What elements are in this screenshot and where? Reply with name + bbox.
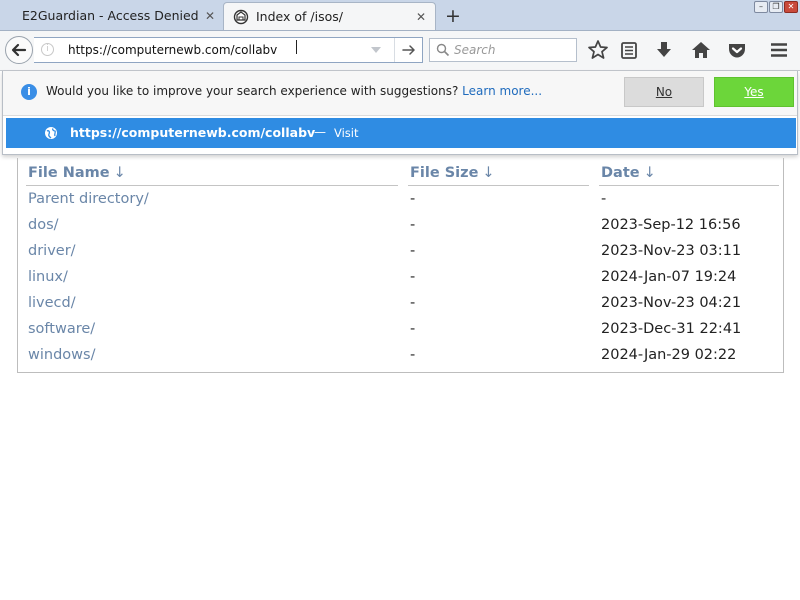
close-window-icon[interactable]: ✕ bbox=[784, 1, 798, 13]
sort-arrow-icon: ↓ bbox=[113, 165, 126, 181]
table-row: livecd/ - 2023-Nov-23 04:21 bbox=[26, 290, 779, 316]
minimize-window-icon[interactable]: – bbox=[754, 1, 768, 13]
table-row: driver/ - 2023-Nov-23 03:11 bbox=[26, 238, 779, 264]
file-date: 2023-Nov-23 03:11 bbox=[601, 243, 742, 259]
go-button[interactable] bbox=[394, 38, 423, 62]
file-size: - bbox=[410, 191, 416, 207]
file-link-software[interactable]: software/ bbox=[26, 316, 398, 342]
file-size: - bbox=[410, 321, 416, 337]
search-suggestion-notification: i Would you like to improve your search … bbox=[3, 71, 797, 116]
no-button[interactable]: No bbox=[624, 77, 704, 107]
new-tab-icon[interactable]: + bbox=[444, 3, 462, 29]
search-input[interactable] bbox=[454, 42, 572, 58]
bookmark-star-icon[interactable] bbox=[586, 38, 610, 62]
url-bar[interactable]: i bbox=[34, 37, 423, 63]
suggestion-item[interactable]: https://computernewb.com/collabv — Visit bbox=[6, 118, 796, 148]
text-cursor bbox=[296, 40, 299, 54]
back-arrow-icon bbox=[11, 43, 27, 57]
learn-more-link[interactable]: Learn more... bbox=[462, 84, 542, 98]
notification-prompt: Would you like to improve your search ex… bbox=[46, 84, 459, 98]
site-info-icon[interactable]: i bbox=[41, 43, 54, 56]
back-button[interactable] bbox=[5, 36, 33, 64]
tab-e2guardian[interactable]: E2Guardian - Access Denied ✕ bbox=[0, 2, 222, 30]
suggestion-url: https://computernewb.com/collabv bbox=[70, 125, 316, 140]
file-size: - bbox=[410, 295, 416, 311]
file-link-dos[interactable]: dos/ bbox=[26, 212, 398, 238]
tab-index-isos[interactable]: Index of /isos/ ✕ bbox=[223, 2, 436, 30]
tab-close-icon[interactable]: ✕ bbox=[413, 3, 429, 31]
suggestion-separator: — bbox=[314, 125, 326, 139]
file-date: 2024-Jan-07 19:24 bbox=[601, 269, 737, 285]
restore-window-icon[interactable]: ❐ bbox=[769, 1, 783, 13]
column-header-file-name[interactable]: File Name ↓ bbox=[26, 161, 398, 186]
info-icon: i bbox=[21, 84, 37, 100]
home-icon[interactable] bbox=[689, 38, 713, 62]
url-input[interactable] bbox=[68, 41, 328, 59]
sort-arrow-icon: ↓ bbox=[643, 165, 656, 181]
dropdown-arrow-icon[interactable] bbox=[368, 41, 384, 59]
search-bar[interactable] bbox=[429, 38, 577, 62]
table-row: windows/ - 2024-Jan-29 02:22 bbox=[26, 342, 779, 368]
table-row: Parent directory/ - - bbox=[26, 186, 779, 213]
url-suggestion-popup: i Would you like to improve your search … bbox=[2, 71, 798, 155]
suggestion-action: Visit bbox=[334, 126, 359, 140]
download-icon[interactable] bbox=[652, 38, 676, 62]
file-link-parent-directory[interactable]: Parent directory/ bbox=[26, 186, 398, 213]
tab-title: Index of /isos/ bbox=[256, 9, 343, 24]
table-row: linux/ - 2024-Jan-07 19:24 bbox=[26, 264, 779, 290]
tab-strip: E2Guardian - Access Denied ✕ Index of /i… bbox=[0, 0, 800, 31]
file-date: - bbox=[601, 191, 607, 207]
search-icon bbox=[436, 43, 450, 57]
directory-listing: File Name ↓ File Size ↓ Date ↓ Parent direc… bbox=[17, 158, 784, 373]
file-date: 2023-Nov-23 04:21 bbox=[601, 295, 742, 311]
table-header-row: File Name ↓ File Size ↓ Date ↓ bbox=[26, 161, 779, 186]
go-arrow-icon bbox=[402, 45, 415, 55]
file-link-linux[interactable]: linux/ bbox=[26, 264, 398, 290]
file-table: File Name ↓ File Size ↓ Date ↓ Parent direc… bbox=[26, 161, 779, 368]
yes-button[interactable]: Yes bbox=[714, 77, 794, 107]
table-row: dos/ - 2023-Sep-12 16:56 bbox=[26, 212, 779, 238]
file-date: 2023-Sep-12 16:56 bbox=[601, 217, 741, 233]
navigation-toolbar: i bbox=[0, 31, 800, 71]
file-size: - bbox=[410, 217, 416, 233]
menu-icon[interactable] bbox=[767, 38, 791, 62]
sort-arrow-icon: ↓ bbox=[482, 165, 495, 181]
file-size: - bbox=[410, 347, 416, 363]
file-link-livecd[interactable]: livecd/ bbox=[26, 290, 398, 316]
file-date: 2023-Dec-31 22:41 bbox=[601, 321, 742, 337]
file-size: - bbox=[410, 269, 416, 285]
column-header-date[interactable]: Date ↓ bbox=[599, 161, 779, 186]
tab-title: E2Guardian - Access Denied bbox=[22, 8, 199, 23]
file-date: 2024-Jan-29 02:22 bbox=[601, 347, 737, 363]
file-link-windows[interactable]: windows/ bbox=[26, 342, 398, 368]
directory-favicon-icon bbox=[233, 9, 249, 25]
file-link-driver[interactable]: driver/ bbox=[26, 238, 398, 264]
column-header-file-size[interactable]: File Size ↓ bbox=[408, 161, 589, 186]
reading-list-icon[interactable] bbox=[617, 38, 641, 62]
file-size: - bbox=[410, 243, 416, 259]
globe-icon bbox=[45, 127, 57, 139]
table-row: software/ - 2023-Dec-31 22:41 bbox=[26, 316, 779, 342]
tab-close-icon[interactable]: ✕ bbox=[202, 2, 218, 30]
notification-message: Would you like to improve your search ex… bbox=[46, 84, 542, 98]
pocket-icon[interactable] bbox=[725, 38, 749, 62]
